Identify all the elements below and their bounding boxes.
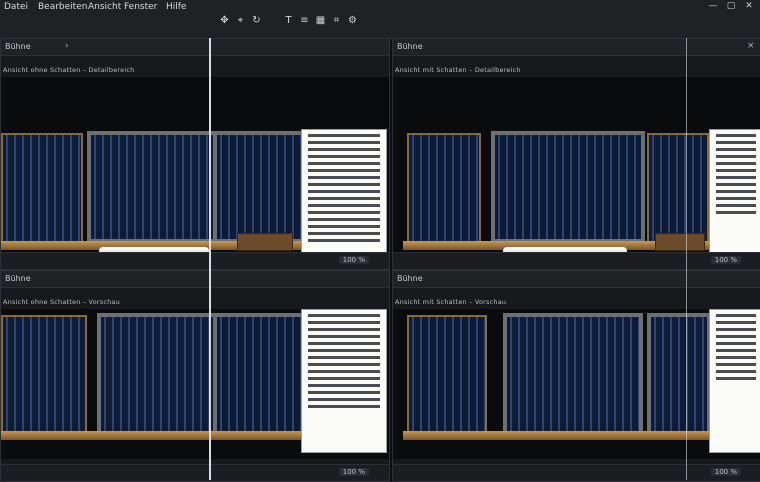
pane-caption: Ansicht mit Schatten – Vorschau	[395, 298, 507, 306]
cabinet-left	[407, 133, 481, 247]
pane-title: Bühne	[397, 42, 423, 51]
menu-file[interactable]: Datei	[4, 2, 28, 12]
close-icon[interactable]: ✕	[742, 0, 756, 12]
viewport-canvas[interactable]	[1, 77, 389, 269]
pane-header: Bühne	[393, 271, 760, 288]
settings-icon[interactable]: ⚙	[346, 14, 359, 27]
select-icon[interactable]: ⌖	[234, 14, 247, 27]
menu-view[interactable]: Ansicht	[88, 2, 121, 12]
viewport-canvas[interactable]	[1, 309, 389, 459]
pane-header: Bühne	[1, 271, 389, 288]
maximize-icon[interactable]: ▢	[724, 0, 738, 12]
cabinet-right	[213, 313, 307, 437]
menu-window[interactable]: Fenster	[124, 2, 157, 12]
pane-header: Bühne ›	[1, 39, 389, 56]
shelf	[1, 431, 301, 440]
grid-icon[interactable]: ▦	[314, 14, 327, 27]
cabinet-center	[97, 313, 217, 437]
text-icon[interactable]: T	[282, 14, 295, 27]
pane-caption: Ansicht ohne Schatten – Detailbereich	[3, 66, 135, 74]
menu-help[interactable]: Hilfe	[166, 2, 186, 12]
layers-icon[interactable]: ≡	[298, 14, 311, 27]
pane-footer: 100 %	[393, 252, 760, 269]
viewport-pane-bottom-left: Bühne Ansicht ohne Schatten – Vorschau 1…	[0, 270, 390, 482]
menu-edit[interactable]: Bearbeiten	[38, 2, 87, 12]
document-panel	[301, 129, 387, 269]
viewport-canvas[interactable]	[393, 77, 760, 269]
wooden-box	[655, 233, 705, 251]
viewport-pane-top-right: Bühne × Ansicht mit Schatten – Detailber…	[392, 38, 760, 270]
cabinet-right	[647, 133, 709, 247]
cabinet-left	[1, 315, 87, 437]
cabinet-left	[407, 315, 487, 437]
crop-icon[interactable]: ⌗	[330, 14, 343, 27]
viewport-pane-bottom-right: Bühne Ansicht mit Schatten – Vorschau 10…	[392, 270, 760, 482]
pane-title: Bühne	[5, 274, 31, 283]
cabinet-right	[213, 131, 307, 243]
document-panel	[301, 309, 387, 453]
rotate-icon[interactable]: ↻	[250, 14, 263, 27]
wooden-box	[237, 233, 293, 251]
pane-footer: 100 %	[393, 464, 760, 481]
zoom-badge[interactable]: 100 %	[710, 468, 741, 476]
close-icon[interactable]: ×	[747, 41, 755, 51]
guide-line[interactable]	[209, 38, 211, 480]
viewport-canvas[interactable]	[393, 309, 760, 459]
shelf	[403, 431, 713, 440]
minimize-icon[interactable]: —	[706, 0, 720, 12]
cabinet-center	[491, 131, 645, 243]
document-panel	[709, 309, 760, 453]
cabinet-left	[1, 133, 83, 247]
document-panel	[709, 129, 760, 269]
move-icon[interactable]: ✥	[218, 14, 231, 27]
guide-line[interactable]	[686, 38, 687, 480]
zoom-badge[interactable]: 100 %	[710, 256, 741, 264]
cabinet-right	[647, 313, 711, 437]
pane-caption: Ansicht mit Schatten – Detailbereich	[395, 66, 521, 74]
cabinet-center	[87, 131, 219, 243]
pane-caption: Ansicht ohne Schatten – Vorschau	[3, 298, 120, 306]
top-toolbar: Datei Bearbeiten Ansicht Fenster Hilfe ✥…	[0, 0, 760, 39]
pane-title: Bühne	[5, 42, 31, 51]
chevron-icon[interactable]: ›	[65, 41, 69, 51]
viewport-pane-top-left: Bühne › Ansicht ohne Schatten – Detailbe…	[0, 38, 390, 270]
pane-title: Bühne	[397, 274, 423, 283]
zoom-badge[interactable]: 100 %	[338, 468, 369, 476]
pane-footer: 100 %	[1, 252, 389, 269]
zoom-badge[interactable]: 100 %	[338, 256, 369, 264]
pane-footer: 100 %	[1, 464, 389, 481]
cabinet-center	[503, 313, 643, 437]
pane-header: Bühne ×	[393, 39, 760, 56]
